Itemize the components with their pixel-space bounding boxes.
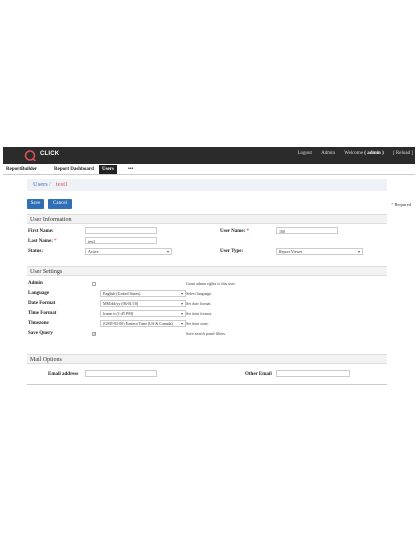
last-name-field[interactable]: test1 [85,237,157,244]
user-name-field[interactable]: 100 [276,227,338,234]
mail-options-header: Mail Options [27,354,387,364]
click-logo-icon [24,150,36,161]
date-format-hint: Set date format. [186,301,212,306]
required-marker: * [391,202,394,207]
save-query-label: Save Query [28,331,53,336]
email-address-field[interactable] [85,370,157,377]
last-name-label-text: Last Name: [28,239,53,244]
top-links: Logout Admin Welcome ( admin ) [ Reload … [289,151,413,156]
language-label: Language [28,291,50,296]
welcome-user: ( admin ) [364,151,384,156]
cancel-button[interactable]: Cancel [48,199,72,209]
welcome-text: Welcome ( admin ) [344,151,383,156]
admin-checkbox[interactable] [92,282,96,286]
admin-label: Admin [28,281,43,286]
last-name-required: * [54,239,57,244]
user-type-select[interactable]: Report Viewer ▾ [276,248,363,255]
user-information-header: User Information [27,214,387,224]
user-type-value: Report Viewer [279,249,303,254]
admin-link[interactable]: Admin [321,151,335,156]
save-query-checkbox[interactable] [92,331,96,336]
status-label: Status: [28,249,44,254]
chevron-down-icon: ▾ [180,291,183,296]
timezone-hint: Set time zone. [186,321,209,326]
email-address-label: Email address [48,372,79,377]
user-name-required: * [246,229,250,234]
tab-users[interactable]: Users [99,165,117,174]
tab-more[interactable]: ••• [125,165,136,174]
logout-link[interactable]: Logout [297,151,311,156]
nav-tabs: ReportBuilder Report Dashboard Users ••• [3,164,415,175]
chevron-down-icon: ▾ [180,321,183,326]
breadcrumb: Users / test1 [27,179,387,191]
status-value: Active [88,249,99,254]
save-button[interactable]: Save [27,199,44,209]
date-format-select[interactable]: MM/dd/yy (06/01/18) ▾ [100,300,186,307]
user-settings-header: User Settings [27,266,387,276]
required-note: * Required [391,202,411,207]
time-format-select[interactable]: h:mm tt (1:45 PM) ▾ [100,310,186,317]
user-name-label-text: User Name: [220,229,246,234]
breadcrumb-separator: / [49,181,51,188]
welcome-prefix: Welcome [344,151,364,156]
status-select[interactable]: Active ▾ [85,248,172,255]
tab-report-dashboard[interactable]: Report Dashboard [51,165,97,174]
timezone-select[interactable]: (GMT-05:00) Eastern Time (US & Canada) ▾ [100,320,186,327]
date-format-label: Date Format [28,301,56,306]
timezone-label: Timezone [28,321,49,326]
time-format-label: Time Format [28,311,57,316]
breadcrumb-users[interactable]: Users [33,181,48,188]
tab-reportbuilder[interactable]: ReportBuilder [3,165,40,174]
first-name-label: First Name: [28,229,54,234]
chevron-down-icon: ▾ [166,249,169,254]
first-name-field[interactable] [85,227,157,234]
other-email-field[interactable] [276,370,350,377]
divider [27,384,387,385]
admin-hint: Grant admin rights to this user. [186,281,236,286]
chevron-down-icon: ▾ [357,249,360,254]
language-hint: Select language. [186,291,213,296]
time-format-value: h:mm tt (1:45 PM) [103,311,134,316]
time-format-hint: Set time format. [186,311,212,316]
other-email-label: Other Email [245,372,272,377]
timezone-value: (GMT-05:00) Eastern Time (US & Canada) [103,321,173,326]
top-bar: CLICK Logout Admin Welcome ( admin ) [ R… [3,147,415,164]
logo-text: CLICK [40,151,60,157]
language-select[interactable]: English (United States) ▾ [100,290,186,297]
user-type-label: User Type: [220,249,244,254]
last-name-label: Last Name: * [28,239,57,244]
save-query-hint: Save search panel filters. [186,331,226,336]
chevron-down-icon: ▾ [180,301,183,306]
user-name-label: User Name: * [220,229,249,234]
language-value: English (United States) [103,291,141,296]
date-format-value: MM/dd/yy (06/01/18) [103,301,139,306]
breadcrumb-current: test1 [56,181,69,188]
reload-link[interactable]: [ Reload ] [393,151,413,156]
required-label: Required [394,202,412,207]
app-window: CLICK Logout Admin Welcome ( admin ) [ R… [3,147,415,385]
chevron-down-icon: ▾ [180,311,183,316]
